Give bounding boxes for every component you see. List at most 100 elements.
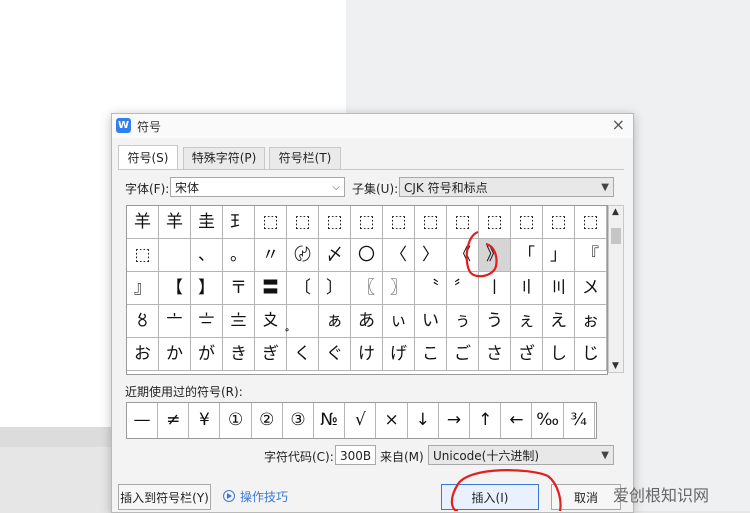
- symbol-cell[interactable]: 〕: [319, 272, 351, 305]
- char-code-input[interactable]: 300B: [335, 445, 376, 465]
- symbol-cell[interactable]: け: [351, 338, 383, 371]
- symbol-cell[interactable]: え: [543, 305, 575, 338]
- symbol-cell[interactable]: 圭: [191, 206, 223, 239]
- symbol-cell[interactable]: お: [127, 338, 159, 371]
- symbol-cell[interactable]: ⬚: [447, 206, 479, 239]
- recent-symbol-cell[interactable]: √: [345, 403, 377, 438]
- recent-symbol-cell[interactable]: —: [127, 403, 158, 438]
- symbol-cell[interactable]: 〪: [287, 305, 319, 338]
- symbol-cell[interactable]: ⬚: [511, 206, 543, 239]
- symbol-cell[interactable]: 】: [191, 272, 223, 305]
- symbol-grid-scrollbar[interactable]: ▲ ▼: [608, 205, 624, 373]
- symbol-cell[interactable]: 〈: [383, 239, 415, 272]
- recent-symbol-cell[interactable]: ¥: [189, 403, 221, 438]
- symbol-cell[interactable]: げ: [383, 338, 415, 371]
- symbol-cell[interactable]: 〩: [255, 305, 287, 338]
- recent-symbol-cell[interactable]: ②: [252, 403, 283, 438]
- symbol-cell[interactable]: 〃: [255, 239, 287, 272]
- symbol-cell[interactable]: ⬚: [127, 239, 159, 272]
- symbol-cell[interactable]: 〦: [159, 305, 191, 338]
- symbol-cell[interactable]: 』: [127, 272, 159, 305]
- symbol-cell[interactable]: 【: [159, 272, 191, 305]
- symbol-cell[interactable]: こ: [415, 338, 447, 371]
- symbol-cell[interactable]: 〒: [223, 272, 255, 305]
- symbol-cell[interactable]: じ: [575, 338, 607, 371]
- recent-symbol-cell[interactable]: ←: [501, 403, 533, 438]
- symbol-cell[interactable]: 〧: [191, 305, 223, 338]
- symbol-cell[interactable]: 〖: [351, 272, 383, 305]
- symbol-cell[interactable]: が: [191, 338, 223, 371]
- symbol-cell[interactable]: 〇: [351, 239, 383, 272]
- tips-link[interactable]: 操作技巧: [240, 488, 288, 505]
- insert-to-symbol-bar-button[interactable]: 插入到符号栏(Y): [118, 484, 211, 510]
- symbol-cell[interactable]: 《: [447, 239, 479, 272]
- symbol-cell[interactable]: ざ: [511, 338, 543, 371]
- symbol-cell[interactable]: 〉: [415, 239, 447, 272]
- symbol-cell[interactable]: ⬚: [287, 206, 319, 239]
- subset-select[interactable]: CJK 符号和标点 ▼: [399, 177, 614, 197]
- symbol-cell[interactable]: 〡: [479, 272, 511, 305]
- symbol-cell[interactable]: 𤣩: [223, 206, 255, 239]
- symbol-cell[interactable]: 〨: [223, 305, 255, 338]
- recent-symbol-cell[interactable]: ①: [221, 403, 252, 438]
- symbol-cell[interactable]: さ: [479, 338, 511, 371]
- symbol-cell[interactable]: ⬚: [575, 206, 607, 239]
- symbol-cell[interactable]: 〤: [575, 272, 607, 305]
- symbol-cell[interactable]: ぉ: [575, 305, 607, 338]
- symbol-cell[interactable]: 〄: [287, 239, 319, 272]
- symbol-cell[interactable]: 羊: [127, 206, 159, 239]
- symbol-cell[interactable]: 〞: [447, 272, 479, 305]
- symbol-cell[interactable]: ⬚: [415, 206, 447, 239]
- tab-symbol-bar[interactable]: 符号栏(T): [269, 147, 341, 169]
- symbol-cell[interactable]: ⬚: [543, 206, 575, 239]
- symbol-cell[interactable]: 。: [223, 239, 255, 272]
- symbol-cell[interactable]: あ: [351, 305, 383, 338]
- symbol-cell[interactable]: 〆: [319, 239, 351, 272]
- symbol-cell[interactable]: 〣: [543, 272, 575, 305]
- symbol-cell[interactable]: ぇ: [511, 305, 543, 338]
- from-select[interactable]: Unicode(十六进制) ▼: [428, 445, 614, 465]
- recent-symbol-cell[interactable]: №: [314, 403, 346, 438]
- recent-symbol-cell[interactable]: ↑: [470, 403, 502, 438]
- symbol-cell[interactable]: ぎ: [255, 338, 287, 371]
- symbol-cell[interactable]: 〔: [287, 272, 319, 305]
- symbol-cell[interactable]: く: [287, 338, 319, 371]
- symbol-cell[interactable]: し: [543, 338, 575, 371]
- scroll-up-icon[interactable]: ▲: [612, 207, 619, 217]
- recent-symbol-cell[interactable]: ×: [377, 403, 408, 438]
- symbol-cell[interactable]: ⬚: [319, 206, 351, 239]
- recent-symbol-cell[interactable]: ③: [283, 403, 314, 438]
- symbol-cell[interactable]: 〗: [383, 272, 415, 305]
- symbol-cell[interactable]: ⬚: [479, 206, 511, 239]
- symbol-cell[interactable]: 〥: [127, 305, 159, 338]
- play-icon[interactable]: [223, 490, 235, 502]
- scroll-thumb[interactable]: [611, 228, 621, 244]
- symbol-cell[interactable]: 」: [543, 239, 575, 272]
- symbol-cell[interactable]: ぐ: [319, 338, 351, 371]
- recent-symbol-cell[interactable]: ¾: [564, 403, 595, 438]
- recent-symbol-cell[interactable]: ≠: [158, 403, 190, 438]
- close-icon[interactable]: ×: [612, 115, 625, 134]
- symbol-cell[interactable]: 「: [511, 239, 543, 272]
- symbol-cell[interactable]: ご: [447, 338, 479, 371]
- symbol-cell[interactable]: ぁ: [319, 305, 351, 338]
- cancel-button[interactable]: 取消: [551, 484, 621, 510]
- symbol-cell[interactable]: 、: [191, 239, 223, 272]
- symbol-cell[interactable]: 『: [575, 239, 607, 272]
- symbol-cell[interactable]: [159, 239, 191, 272]
- symbol-cell[interactable]: ぃ: [383, 305, 415, 338]
- symbol-cell[interactable]: 〓: [255, 272, 287, 305]
- symbol-cell[interactable]: ⬚: [351, 206, 383, 239]
- symbol-cell[interactable]: ぅ: [447, 305, 479, 338]
- symbol-cell[interactable]: ⬚: [383, 206, 415, 239]
- symbol-cell[interactable]: ⬚: [255, 206, 287, 239]
- symbol-cell[interactable]: き: [223, 338, 255, 371]
- recent-symbol-cell[interactable]: ↓: [408, 403, 439, 438]
- tab-symbols[interactable]: 符号(S): [118, 145, 178, 169]
- recent-symbol-cell[interactable]: →: [439, 403, 470, 438]
- symbol-cell[interactable]: う: [479, 305, 511, 338]
- symbol-cell[interactable]: い: [415, 305, 447, 338]
- recent-symbol-cell[interactable]: ‰: [533, 403, 564, 438]
- symbol-cell[interactable]: か: [159, 338, 191, 371]
- symbol-cell[interactable]: 〢: [511, 272, 543, 305]
